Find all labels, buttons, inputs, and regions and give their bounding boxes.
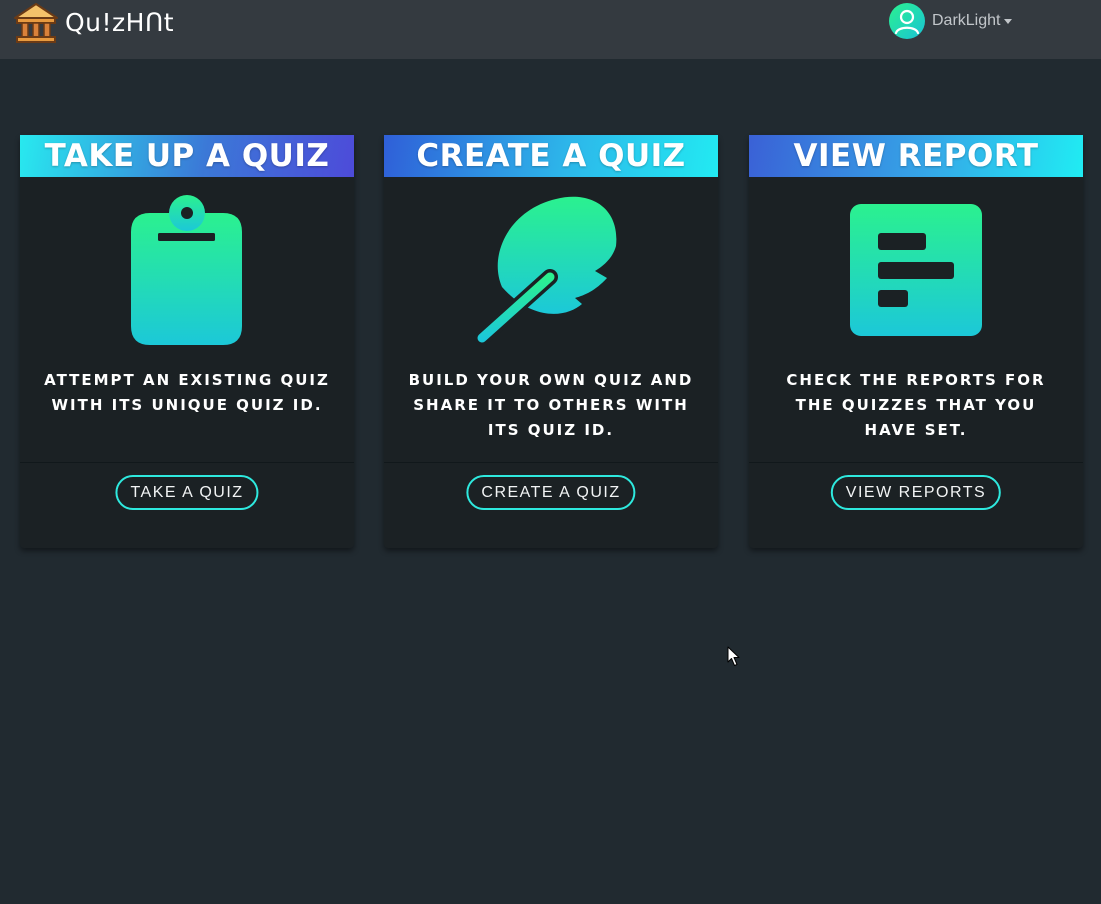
card-title: CREATE A QUIZ	[416, 138, 686, 174]
card-header: TAKE UP A QUIZ	[20, 135, 354, 177]
card-divider	[20, 462, 354, 463]
card-title: VIEW REPORT	[793, 138, 1039, 174]
card-header: VIEW REPORT	[749, 135, 1083, 177]
card-description: ATTEMPT AN EXISTING QUIZ WITH ITS UNIQUE…	[44, 371, 330, 414]
clipboard-icon	[131, 195, 242, 345]
report-icon	[850, 204, 982, 336]
username-label: DarkLight	[932, 12, 1001, 29]
create-quiz-card: CREATE A QUIZ BUILD YOUR OWN QUIZ AND SH…	[384, 135, 718, 548]
feather-icon	[474, 196, 617, 345]
create-quiz-button[interactable]: CREATE A QUIZ	[466, 475, 636, 510]
card-divider	[749, 462, 1083, 463]
card-title: TAKE UP A QUIZ	[44, 138, 330, 174]
temple-icon	[14, 3, 58, 43]
navbar: Qu!zHᑎt DarkLight	[0, 0, 1101, 59]
brand-name: Qu!zHᑎt	[65, 7, 175, 37]
chevron-down-icon	[1004, 18, 1013, 24]
view-report-card: VIEW REPORT CHECK THE REPORTS FOR THE QU…	[749, 135, 1083, 548]
take-quiz-button[interactable]: TAKE A QUIZ	[115, 475, 259, 510]
view-reports-button[interactable]: VIEW REPORTS	[830, 475, 1002, 510]
card-header: CREATE A QUIZ	[384, 135, 718, 177]
card-description: BUILD YOUR OWN QUIZ AND SHARE IT TO OTHE…	[408, 371, 694, 439]
user-menu-dropdown[interactable]: DarkLight	[889, 3, 1013, 39]
card-divider	[384, 462, 718, 463]
brand-home-link[interactable]: Qu!zHᑎt	[14, 0, 174, 44]
take-quiz-card: TAKE UP A QUIZ ATTEMPT AN EXISTING QUIZ …	[20, 135, 354, 548]
user-avatar-icon	[889, 3, 925, 39]
card-description: CHECK THE REPORTS FOR THE QUIZZES THAT Y…	[786, 371, 1046, 439]
mouse-cursor-icon	[727, 646, 740, 666]
